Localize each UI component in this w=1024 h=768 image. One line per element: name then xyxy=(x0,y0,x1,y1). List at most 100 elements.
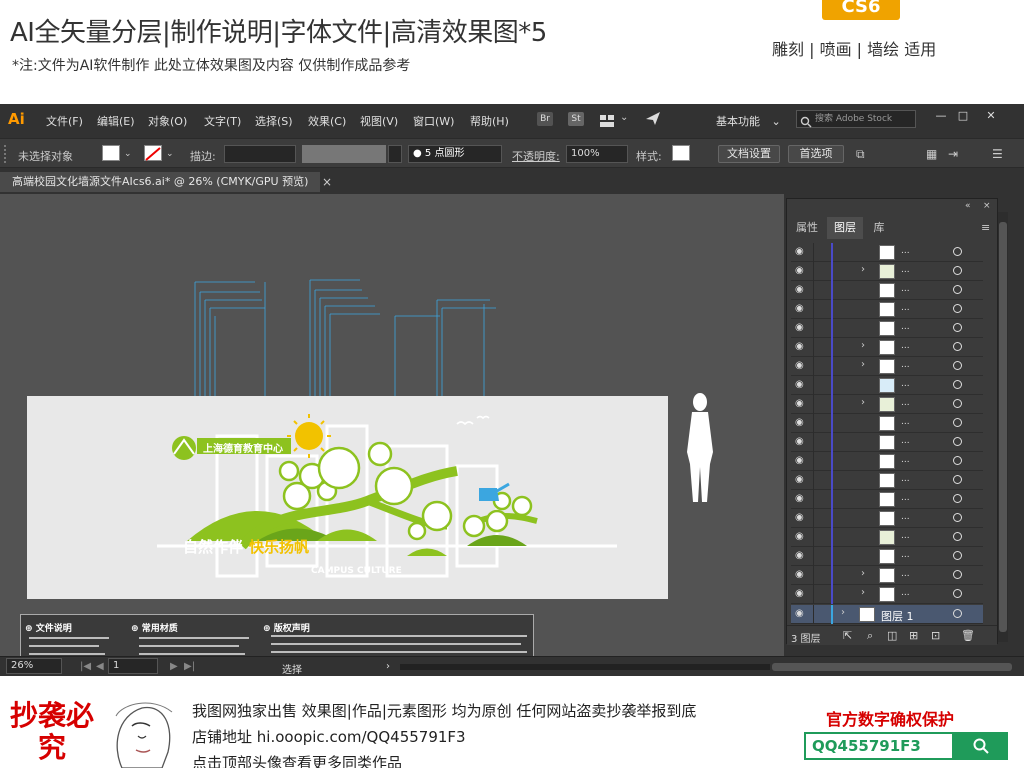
expand-arrow-icon[interactable]: › xyxy=(861,264,865,275)
eye-icon[interactable]: ◉ xyxy=(795,589,809,599)
layer-name[interactable]: ... xyxy=(901,569,910,579)
lock-column[interactable] xyxy=(813,281,814,300)
target-icon[interactable] xyxy=(953,532,962,541)
chevron-down-icon[interactable]: ⌄ xyxy=(620,112,628,123)
expand-arrow-icon[interactable]: › xyxy=(861,587,865,598)
fill-swatch[interactable] xyxy=(102,145,120,161)
eye-icon[interactable]: ◉ xyxy=(795,247,809,257)
layer-row[interactable]: ◉ ›... xyxy=(791,338,983,357)
export-icon[interactable]: ⇱ xyxy=(843,629,852,642)
chevron-down-icon[interactable]: ⌄ xyxy=(124,149,132,159)
layer-row[interactable]: ◉ ›... xyxy=(791,566,983,585)
eye-icon[interactable]: ◉ xyxy=(795,266,809,276)
lock-column[interactable] xyxy=(813,452,814,471)
menu-edit[interactable]: 编辑(E) xyxy=(97,113,135,129)
panel-menu-icon[interactable]: ☰ xyxy=(992,147,1003,161)
status-menu-arrow[interactable]: › xyxy=(386,661,390,672)
lock-column[interactable] xyxy=(813,547,814,566)
eye-icon[interactable]: ◉ xyxy=(795,304,809,314)
target-icon[interactable] xyxy=(953,570,962,579)
collapse-panel-icon[interactable]: « xyxy=(965,201,971,211)
opacity-label[interactable]: 不透明度: xyxy=(512,148,560,164)
target-icon[interactable] xyxy=(953,266,962,275)
stroke-swatch[interactable] xyxy=(144,145,162,161)
lock-column[interactable] xyxy=(813,509,814,528)
lock-column[interactable] xyxy=(813,357,814,376)
panel-menu-icon[interactable]: ≡ xyxy=(981,221,990,234)
layer-row[interactable]: ◉... xyxy=(791,300,983,319)
eye-icon[interactable]: ◉ xyxy=(795,418,809,428)
layer-row-top[interactable]: ◉ › 图层 1 xyxy=(791,605,983,624)
menu-effect[interactable]: 效果(C) xyxy=(308,113,346,129)
lock-column[interactable] xyxy=(813,490,814,509)
layer-row[interactable]: ◉... xyxy=(791,376,983,395)
eye-icon[interactable]: ◉ xyxy=(795,513,809,523)
menu-window[interactable]: 窗口(W) xyxy=(413,113,454,129)
preferences-button[interactable]: 首选项 xyxy=(788,145,844,163)
tab-properties[interactable]: 属性 xyxy=(789,217,825,239)
target-icon[interactable] xyxy=(953,285,962,294)
menu-select[interactable]: 选择(S) xyxy=(255,113,293,129)
stock-button[interactable]: St xyxy=(568,112,584,126)
vertical-scrollbar[interactable] xyxy=(998,212,1008,642)
workspace-switcher[interactable]: 基本功能 ⌄ xyxy=(716,113,781,129)
layer-name[interactable]: ... xyxy=(901,550,910,560)
menu-file[interactable]: 文件(F) xyxy=(46,113,83,129)
layer-name[interactable]: ... xyxy=(901,322,910,332)
target-icon[interactable] xyxy=(953,513,962,522)
stock-search-input[interactable]: 搜索 Adobe Stock xyxy=(796,110,916,128)
layer-row[interactable]: ◉... xyxy=(791,528,983,547)
layer-row[interactable]: ◉... xyxy=(791,471,983,490)
layer-row[interactable]: ◉... xyxy=(791,452,983,471)
transform-icon[interactable]: ⇥ xyxy=(948,147,958,161)
artboard-number-field[interactable]: 1 xyxy=(108,658,158,674)
tab-layers[interactable]: 图层 xyxy=(827,217,863,239)
expand-arrow-icon[interactable]: › xyxy=(861,568,865,579)
expand-arrow-icon[interactable]: › xyxy=(861,359,865,370)
prev-artboard-icon[interactable]: ◀ xyxy=(96,661,104,672)
zoom-field[interactable]: 26% xyxy=(6,658,62,674)
eye-icon[interactable]: ◉ xyxy=(795,570,809,580)
lock-column[interactable] xyxy=(813,471,814,490)
layer-row[interactable]: ◉... xyxy=(791,319,983,338)
clipping-mask-icon[interactable]: ◫ xyxy=(887,629,897,642)
layer-row[interactable]: ◉... xyxy=(791,414,983,433)
send-icon[interactable] xyxy=(645,110,661,126)
lock-column[interactable] xyxy=(813,262,814,281)
eye-icon[interactable]: ◉ xyxy=(795,285,809,295)
layer-name[interactable]: ... xyxy=(901,398,910,408)
grid-icon[interactable]: ▦ xyxy=(926,147,937,161)
layer-row[interactable]: ◉ ›... xyxy=(791,357,983,376)
target-icon[interactable] xyxy=(953,437,962,446)
target-icon[interactable] xyxy=(953,342,962,351)
lock-column[interactable] xyxy=(813,395,814,414)
layer-name[interactable]: ... xyxy=(901,588,910,598)
expand-arrow-icon[interactable]: › xyxy=(841,607,845,618)
chevron-down-icon[interactable]: ⌄ xyxy=(166,149,174,159)
lock-column[interactable] xyxy=(813,414,814,433)
layer-name[interactable]: ... xyxy=(901,417,910,427)
tab-libraries[interactable]: 库 xyxy=(865,217,893,239)
eye-icon[interactable]: ◉ xyxy=(795,494,809,504)
menu-help[interactable]: 帮助(H) xyxy=(470,113,509,129)
new-layer-icon[interactable]: ⊡ xyxy=(931,629,940,642)
close-window-button[interactable]: ✕ xyxy=(984,109,998,123)
target-icon[interactable] xyxy=(953,304,962,313)
target-icon[interactable] xyxy=(953,475,962,484)
menu-type[interactable]: 文字(T) xyxy=(204,113,241,129)
target-icon[interactable] xyxy=(953,361,962,370)
stroke-weight-field[interactable] xyxy=(224,145,296,163)
lock-column[interactable] xyxy=(813,376,814,395)
eye-icon[interactable]: ◉ xyxy=(795,475,809,485)
bridge-button[interactable]: Br xyxy=(537,112,553,126)
close-tab-button[interactable]: × xyxy=(322,172,332,192)
target-icon[interactable] xyxy=(953,456,962,465)
layer-name[interactable]: ... xyxy=(901,474,910,484)
layer-name[interactable]: ... xyxy=(901,531,910,541)
layer-name[interactable]: ... xyxy=(901,455,910,465)
last-artboard-icon[interactable]: ▶| xyxy=(184,661,195,672)
trash-icon[interactable]: 🗑 xyxy=(961,629,975,642)
author-portrait[interactable] xyxy=(102,696,182,768)
canvas-area[interactable]: 上海德育教育中心 自然作伴 快乐扬帆 CAMPUS CULTURE ⊕ 文件说明… xyxy=(0,194,784,678)
horizontal-scrollbar[interactable] xyxy=(400,664,770,670)
